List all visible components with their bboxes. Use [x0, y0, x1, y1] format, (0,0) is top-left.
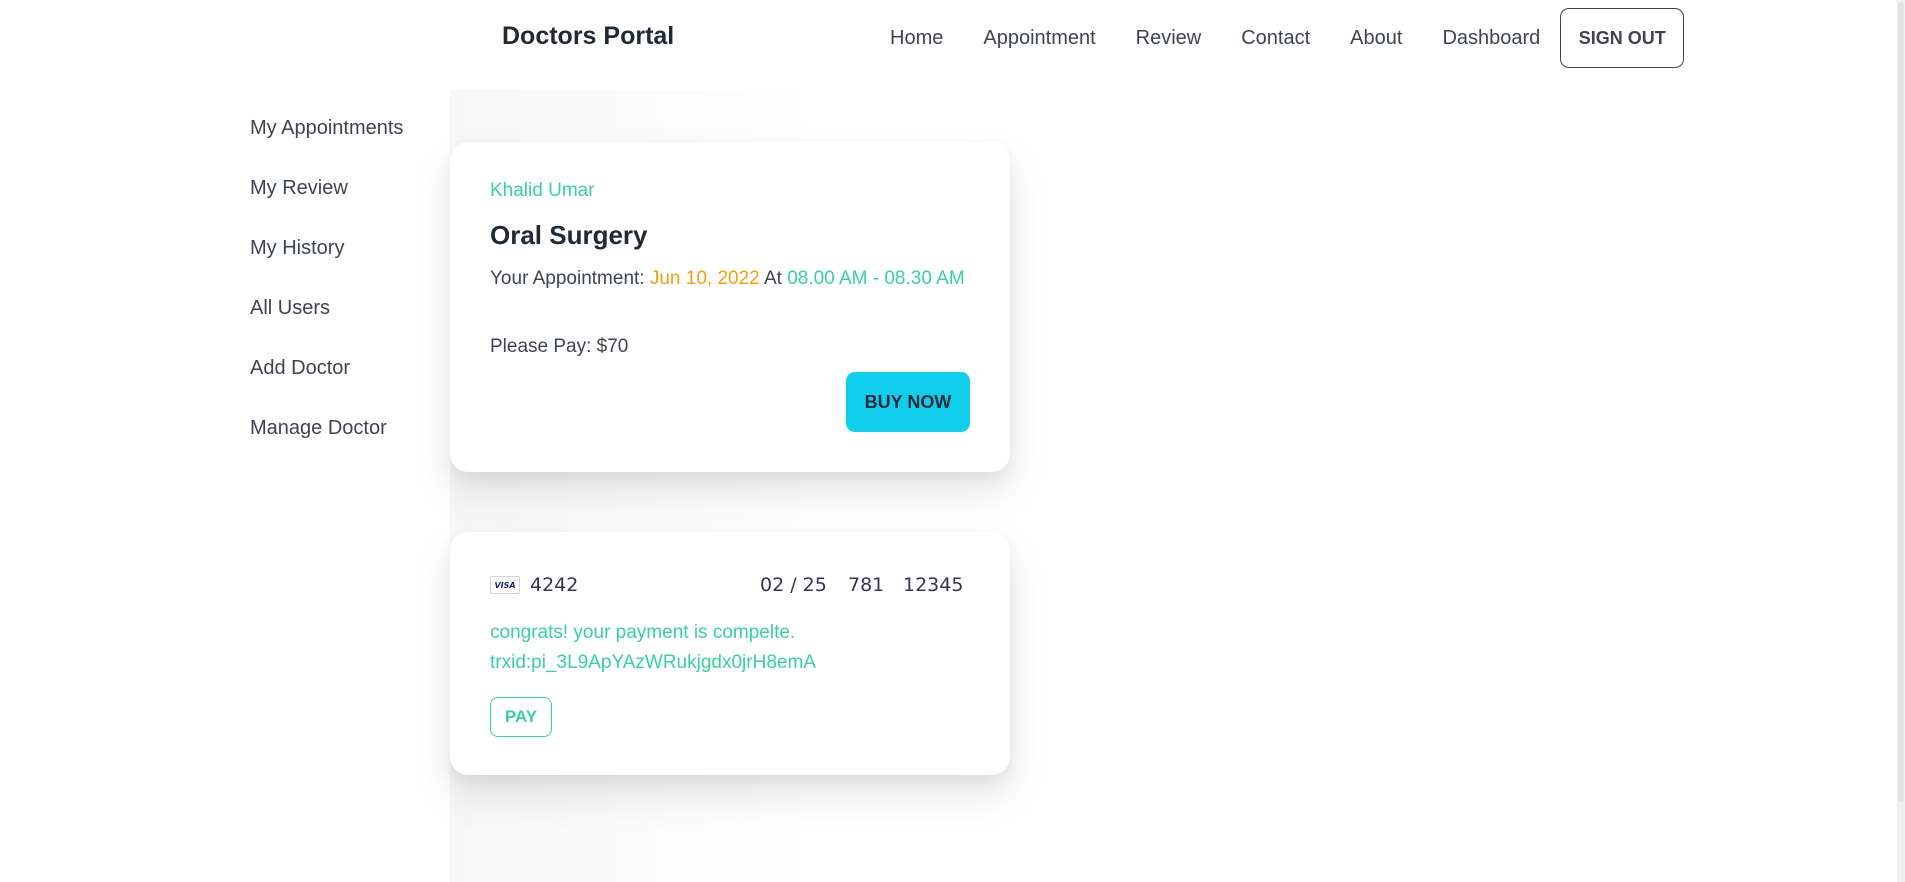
pay-button[interactable]: PAY [490, 697, 552, 737]
card-zip-field[interactable]: 12345 [903, 574, 963, 596]
nav-dashboard[interactable]: Dashboard [1422, 27, 1560, 50]
nav-review[interactable]: Review [1116, 27, 1222, 50]
appointment-details: Your Appointment: Jun 10, 2022 At 08.00 … [490, 264, 970, 294]
card-expiry-field[interactable]: 02 / 25 [760, 574, 827, 596]
payment-amount: Please Pay: $70 [490, 336, 629, 357]
sidebar-item-manage-doctor[interactable]: Manage Doctor [250, 412, 403, 472]
scrollbar-thumb[interactable] [1898, 2, 1904, 802]
appointment-time: 08.00 AM - 08.30 AM [787, 268, 965, 289]
appointment-card: Khalid Umar Oral Surgery Your Appointmen… [450, 142, 1010, 472]
sidebar-item-my-appointments[interactable]: My Appointments [250, 112, 403, 172]
appointment-at: At [759, 268, 788, 289]
brand-logo[interactable]: Doctors Portal [502, 22, 674, 51]
scrollbar[interactable] [1897, 0, 1905, 882]
dashboard-sidebar: My Appointments My Review My History All… [250, 112, 403, 472]
payment-success-message: congrats! your payment is compelte. trxi… [490, 618, 970, 678]
sidebar-item-my-review[interactable]: My Review [250, 172, 403, 232]
sidebar-item-my-history[interactable]: My History [250, 232, 403, 292]
dashboard-page: Doctors Portal Home Appointment Review C… [0, 0, 1905, 882]
nav-about[interactable]: About [1330, 27, 1422, 50]
nav-appointment[interactable]: Appointment [963, 27, 1115, 50]
main-nav: Home Appointment Review Contact About Da… [870, 0, 1685, 76]
buy-now-button[interactable]: BUY NOW [846, 372, 970, 432]
card-element[interactable]: VISA 4242 02 / 25 781 12345 [490, 570, 970, 600]
payment-card: VISA 4242 02 / 25 781 12345 congrats! yo… [450, 532, 1010, 775]
appointment-prefix: Your Appointment: [490, 268, 650, 289]
sign-out-button[interactable]: SIGN OUT [1560, 8, 1685, 68]
sidebar-item-add-doctor[interactable]: Add Doctor [250, 352, 403, 412]
nav-home[interactable]: Home [870, 27, 963, 50]
patient-name: Khalid Umar [490, 180, 595, 201]
treatment-title: Oral Surgery [490, 220, 648, 250]
card-cvc-field[interactable]: 781 [848, 574, 884, 596]
appointment-date: Jun 10, 2022 [649, 268, 760, 289]
sidebar-item-all-users[interactable]: All Users [250, 292, 403, 352]
transaction-id: trxid:pi_3L9ApYAzWRukjgdx0jrH8emA [490, 652, 816, 673]
visa-icon: VISA [490, 576, 520, 594]
nav-contact[interactable]: Contact [1221, 27, 1330, 50]
card-number-field[interactable]: 4242 [530, 574, 578, 596]
success-text: congrats! your payment is compelte. [490, 622, 796, 643]
